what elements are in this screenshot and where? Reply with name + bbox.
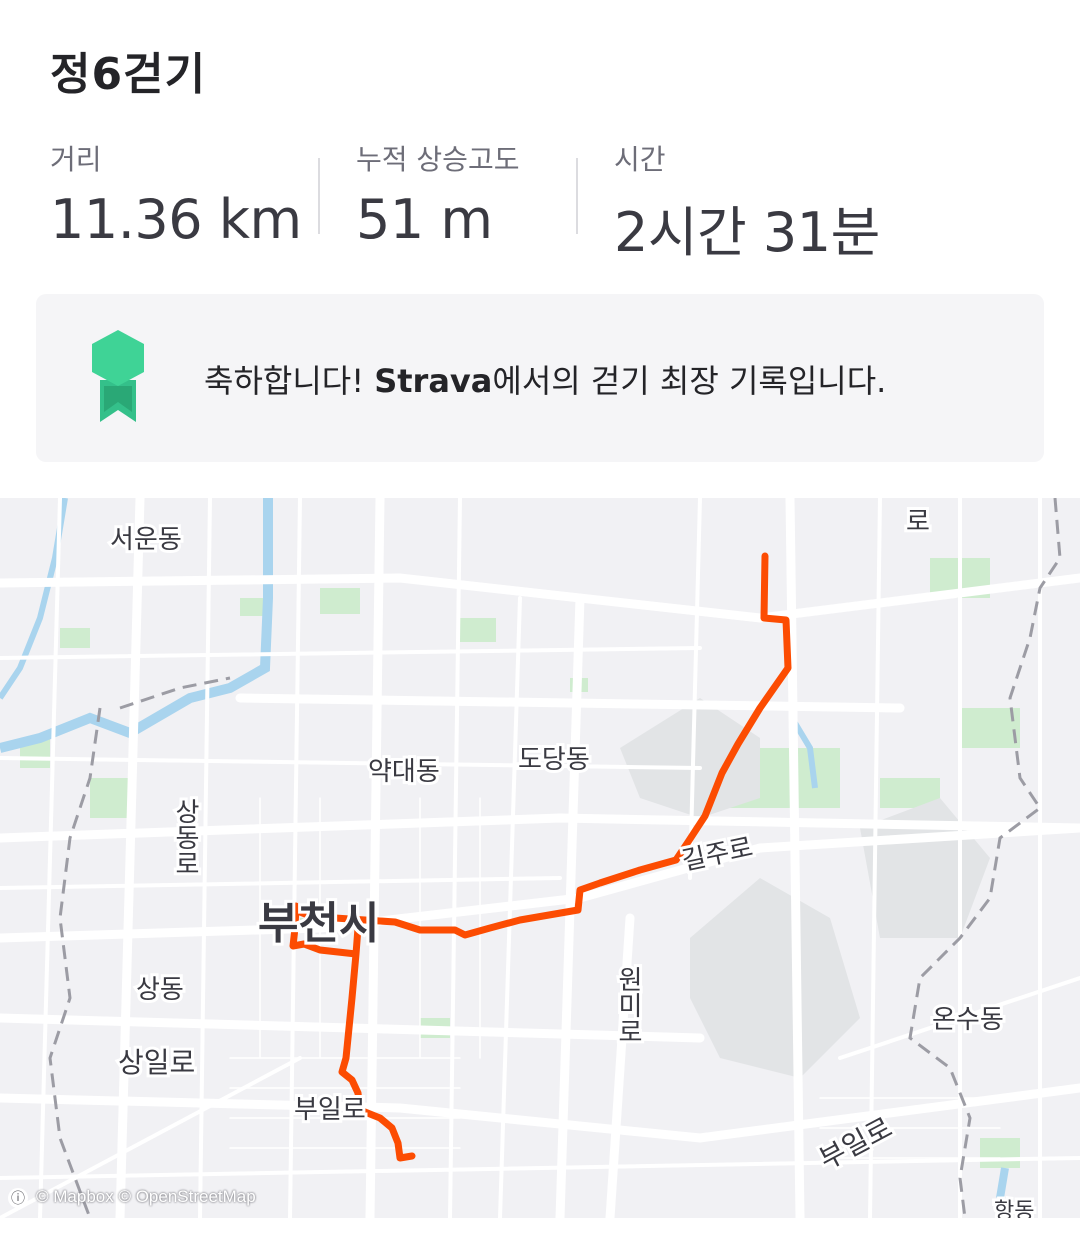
- map-label-seoun-dong: 서운동: [110, 525, 182, 555]
- achievement-text-before: 축하합니다!: [204, 362, 375, 400]
- map-label-bucheon-si: 부천시: [258, 898, 379, 949]
- achievement-banner[interactable]: 축하합니다! Strava에서의 걷기 최장 기록입니다.: [36, 294, 1044, 462]
- stat-time-label: 시간: [614, 143, 666, 176]
- stat-time-value: 2시간 31분: [614, 201, 880, 264]
- stat-distance: 거리 11.36 km: [50, 138, 302, 251]
- stat-elevation: 누적 상승고도 51 m: [356, 138, 519, 251]
- map-label-dodang-dong: 도당동: [518, 745, 590, 775]
- map-label-wonmi-ro: 원미로: [613, 966, 643, 1044]
- stat-divider: [318, 158, 320, 234]
- stat-elevation-label: 누적 상승고도: [356, 143, 520, 176]
- map-label-hang-dong: 항동: [994, 1199, 1034, 1218]
- map-label-buil-ro-left: 부일로: [294, 1095, 366, 1125]
- map-label-sangil-ro: 상일로: [118, 1046, 195, 1079]
- medal-icon: [90, 330, 146, 426]
- stat-distance-value: 11.36 km: [50, 188, 302, 251]
- map-label-sangdong-ro: 상동로: [170, 798, 200, 876]
- stat-time: 시간 2시간 31분: [614, 138, 880, 267]
- map-attribution-text: © Mapbox © OpenStreetMap: [36, 1187, 256, 1207]
- map-canvas: 서운동 약대동 도당동 상동로 부천시 상동 상일로 부일로 길주로 원미로 온…: [0, 498, 1080, 1218]
- achievement-brand: Strava: [374, 362, 493, 400]
- info-icon[interactable]: ⓘ: [8, 1188, 28, 1208]
- stat-distance-label: 거리: [50, 143, 102, 176]
- activity-title: 정6걷기: [50, 49, 207, 100]
- achievement-text: 축하합니다! Strava에서의 걷기 최장 기록입니다.: [204, 356, 886, 402]
- map-label-yakdae-dong: 약대동: [368, 757, 440, 787]
- stat-elevation-value: 51 m: [356, 188, 493, 251]
- map-label-onsu-dong: 온수동: [932, 1005, 1004, 1035]
- map-label-sang-dong: 상동: [136, 975, 184, 1005]
- achievement-text-after: 에서의 걷기 최장 기록입니다.: [492, 362, 887, 400]
- stat-divider: [576, 158, 578, 234]
- map-label-ro-top: 로: [906, 507, 930, 537]
- map-attribution[interactable]: ⓘ © Mapbox © OpenStreetMap: [8, 1187, 256, 1208]
- route-map[interactable]: 서운동 약대동 도당동 상동로 부천시 상동 상일로 부일로 길주로 원미로 온…: [0, 498, 1080, 1218]
